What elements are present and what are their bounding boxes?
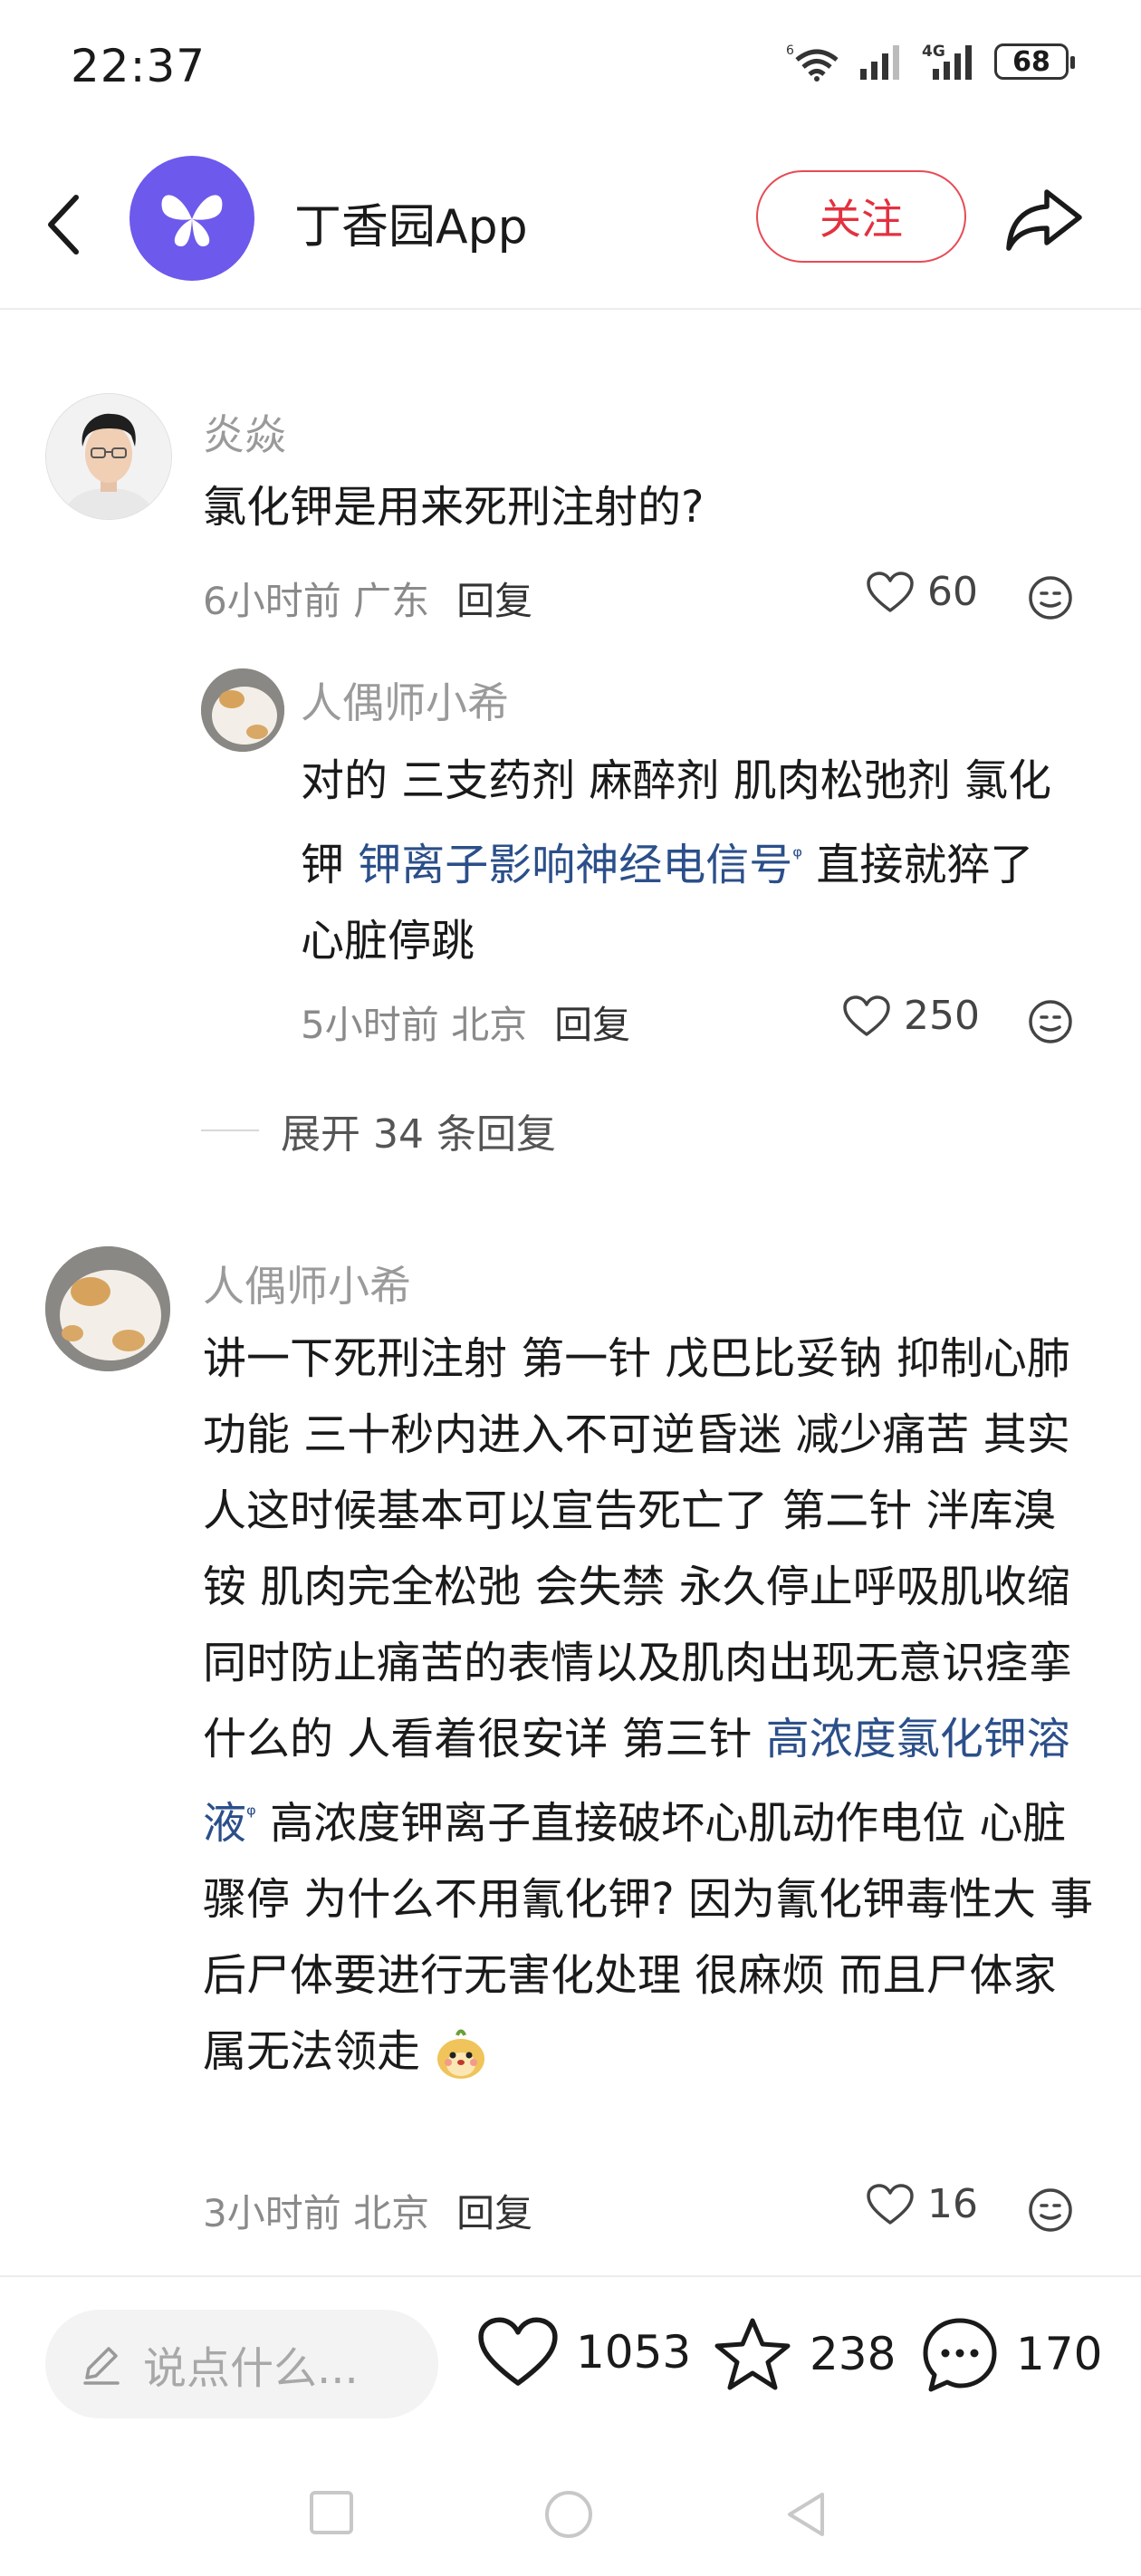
battery-level: 68	[1012, 45, 1050, 78]
status-icons: 6 4G 68	[786, 42, 1075, 82]
search-icon: ᵠ	[246, 1802, 256, 1829]
avatar[interactable]	[45, 1246, 170, 1371]
reply-meta: 5小时前 北京 回复	[301, 995, 630, 1050]
keyword-link[interactable]: 钾离子影响神经电信号ᵠ	[358, 840, 802, 890]
square-nav-icon[interactable]	[308, 2489, 355, 2536]
reply-author[interactable]: 人偶师小希	[301, 670, 509, 730]
status-bar: 22:37 6 4G 68	[0, 0, 1141, 145]
app-name[interactable]: 丁香园App	[294, 188, 528, 256]
comment-text: 氯化钾是用来死刑注射的?	[203, 482, 705, 533]
butterfly-logo-icon	[161, 195, 223, 247]
app-logo[interactable]	[129, 156, 254, 281]
bottom-action-bar: 说点什么... 1053 238 170	[0, 2275, 1141, 2444]
favorite-count: 238	[810, 2328, 896, 2380]
reply-text: 对的 三支药剂 麻醉剂 肌肉松弛剂 氯化钾 钾离子影响神经电信号ᵠ 直接就猝了 …	[301, 743, 1088, 979]
star-icon	[714, 2318, 791, 2390]
like-button[interactable]: 60	[866, 569, 978, 615]
expand-replies-button[interactable]: 展开 34 条回复	[201, 1101, 556, 1159]
comment-time-location: 3小时前 北京	[203, 2191, 430, 2235]
heart-icon	[478, 2317, 558, 2386]
comment-author[interactable]: 人偶师小希	[203, 1254, 411, 1313]
plush-avatar-icon	[201, 668, 284, 752]
circle-nav-icon[interactable]	[543, 2489, 594, 2540]
wifi-icon: 6	[786, 43, 839, 82]
keyword-link-label: 钾离子影响神经电信号	[358, 840, 793, 890]
heart-icon	[867, 2183, 914, 2225]
system-nav-bar	[0, 2442, 1141, 2576]
like-total-count: 1053	[576, 2326, 692, 2379]
smile-icon[interactable]	[1027, 574, 1074, 621]
comment-time-location: 6小时前 广东	[203, 579, 430, 623]
reply-time-location: 5小时前 北京	[301, 1003, 528, 1047]
network-type-1: 6	[786, 43, 794, 58]
share-icon[interactable]	[1003, 183, 1085, 255]
comment-author[interactable]: 炎焱	[203, 402, 286, 462]
like-count: 60	[927, 569, 978, 615]
search-icon: ᵠ	[792, 843, 803, 870]
comment-meta: 3小时前 北京 回复	[203, 2183, 532, 2238]
hamster-emoji-icon	[437, 2029, 485, 2079]
comment-text-part1: 讲一下死刑注射 第一针 戊巴比妥钠 抑制心肺功能 三十秒内进入不可逆昏迷 减少痛…	[203, 1333, 1073, 1764]
comment-input[interactable]: 说点什么...	[45, 2310, 438, 2418]
smile-icon[interactable]	[1027, 998, 1074, 1045]
chat-icon	[923, 2318, 997, 2392]
divider	[201, 1129, 259, 1131]
avatar[interactable]	[201, 668, 284, 752]
signal-icon	[860, 45, 899, 80]
smile-icon[interactable]	[1027, 2187, 1074, 2234]
like-button[interactable]: 16	[866, 2181, 978, 2227]
comment-text: 讲一下死刑注射 第一针 戊巴比妥钠 抑制心肺功能 三十秒内进入不可逆昏迷 减少痛…	[203, 1321, 1099, 2090]
comment-count: 170	[1016, 2328, 1103, 2380]
favorite-button[interactable]: 238	[712, 2315, 896, 2393]
user-portrait-icon	[46, 394, 171, 519]
heart-icon	[867, 571, 914, 612]
comment-input-placeholder: 说点什么...	[143, 2343, 359, 2394]
status-time: 22:37	[71, 40, 206, 92]
like-count: 250	[904, 993, 980, 1039]
reply-button[interactable]: 回复	[456, 579, 532, 623]
comments-button[interactable]: 170	[920, 2315, 1102, 2393]
like-button[interactable]: 250	[842, 993, 980, 1039]
expand-replies-label: 展开 34 条回复	[281, 1111, 556, 1158]
comment-text-part2: 高浓度钾离子直接破坏心肌动作电位 心脏骤停 为什么不用氰化钾? 因为氰化钾毒性大…	[203, 1798, 1094, 2077]
follow-button[interactable]: 关注	[756, 170, 966, 263]
battery-indicator: 68	[994, 43, 1075, 80]
reply-button[interactable]: 回复	[554, 1003, 630, 1047]
comment-meta: 6小时前 广东 回复	[203, 571, 532, 626]
back-icon[interactable]	[36, 188, 91, 261]
plush-avatar-icon	[45, 1246, 170, 1371]
triangle-nav-icon[interactable]	[782, 2489, 829, 2540]
heart-icon	[843, 995, 890, 1036]
avatar[interactable]	[45, 393, 172, 520]
top-header: 丁香园App 关注	[0, 145, 1141, 310]
pencil-icon	[83, 2347, 120, 2385]
like-total-button[interactable]: 1053	[476, 2315, 691, 2389]
network-type-2: 4G	[922, 43, 945, 61]
signal-4g-icon: 4G	[922, 43, 972, 80]
like-count: 16	[927, 2181, 978, 2227]
reply-button[interactable]: 回复	[456, 2191, 532, 2235]
